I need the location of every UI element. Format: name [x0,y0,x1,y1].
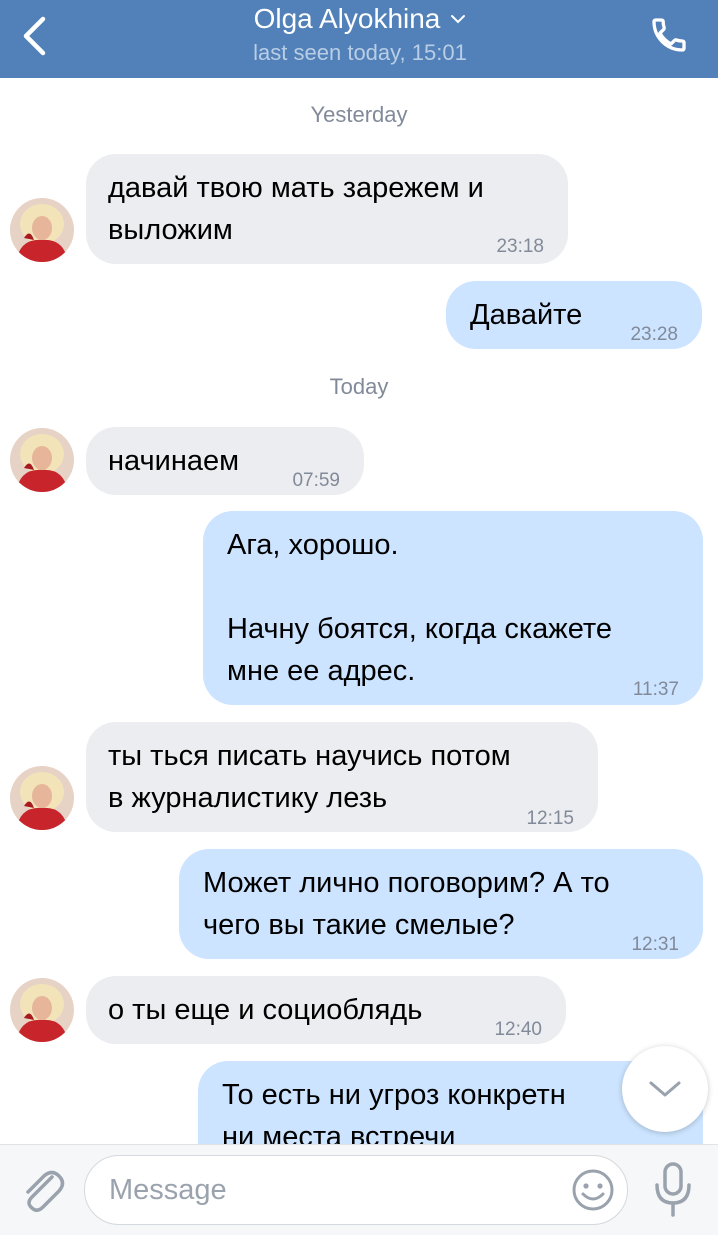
back-button[interactable] [14,14,54,58]
message-outgoing[interactable]: Может лично поговорим? А то чего вы таки… [179,849,703,959]
phone-icon [652,18,686,52]
message-time: 12:40 [494,1019,542,1040]
message-input-placeholder: Message [109,1174,227,1206]
avatar[interactable] [10,978,74,1042]
message-text: То есть ни угроз конкретн ни места встре… [222,1079,566,1144]
message-time: 12:15 [526,808,574,829]
message-text: ты ться писать научись потом в журналист… [108,740,511,814]
attach-button[interactable] [18,1163,66,1215]
date-separator: Yesterday [310,102,408,127]
message-incoming[interactable]: о ты еще и социоблядь 12:40 [86,976,566,1044]
message-time: 23:18 [496,236,544,257]
paperclip-icon [26,1170,65,1212]
message-text: начинаем [108,445,240,477]
microphone-icon [655,1162,691,1217]
smile-icon [572,1169,614,1211]
chevron-down-icon [451,15,466,24]
voice-record-button[interactable] [648,1161,698,1219]
message-text: Ага, хорошо. Начну боятся, когда скажете… [227,529,612,687]
avatar[interactable] [10,198,74,262]
avatar-image [10,978,74,1042]
avatar[interactable] [10,766,74,830]
message-list[interactable]: Yesterday давай твою мать зарежем и выло… [0,78,718,1144]
contact-name: Olga Alyokhina [253,3,441,34]
date-separator: Today [329,374,389,399]
message-incoming[interactable]: давай твою мать зарежем и выложим 23:18 [86,154,568,264]
chevron-down-icon [649,1081,681,1097]
message-text: о ты еще и социоблядь [108,994,423,1026]
message-outgoing[interactable]: Давайте 23:28 [446,281,702,349]
message-text: давай твою мать зарежем и выложим [108,172,484,246]
emoji-button[interactable] [571,1168,615,1212]
message-composer: Message [0,1144,718,1235]
scroll-to-bottom-button[interactable] [622,1046,708,1132]
avatar-image [10,198,74,262]
message-outgoing[interactable]: Ага, хорошо. Начну боятся, когда скажете… [203,511,703,705]
chevron-left-icon [23,16,46,56]
contact-info[interactable]: Olga Alyokhina last seen today, 15:01 [160,2,560,70]
message-text: Может лично поговорим? А то чего вы таки… [203,867,610,941]
chat-header: Olga Alyokhina last seen today, 15:01 [0,0,718,78]
call-button[interactable] [646,12,692,58]
avatar[interactable] [10,428,74,492]
avatar-image [10,428,74,492]
message-input[interactable]: Message [84,1155,628,1225]
message-text: Давайте [470,299,583,331]
avatar-image [10,766,74,830]
message-incoming[interactable]: начинаем 07:59 [86,427,364,495]
message-time: 07:59 [292,470,340,491]
message-time: 11:37 [632,679,679,700]
message-incoming[interactable]: ты ться писать научись потом в журналист… [86,722,598,832]
last-seen-status: last seen today, 15:01 [253,40,467,65]
message-time: 23:28 [630,324,678,345]
message-time: 12:31 [631,934,679,955]
